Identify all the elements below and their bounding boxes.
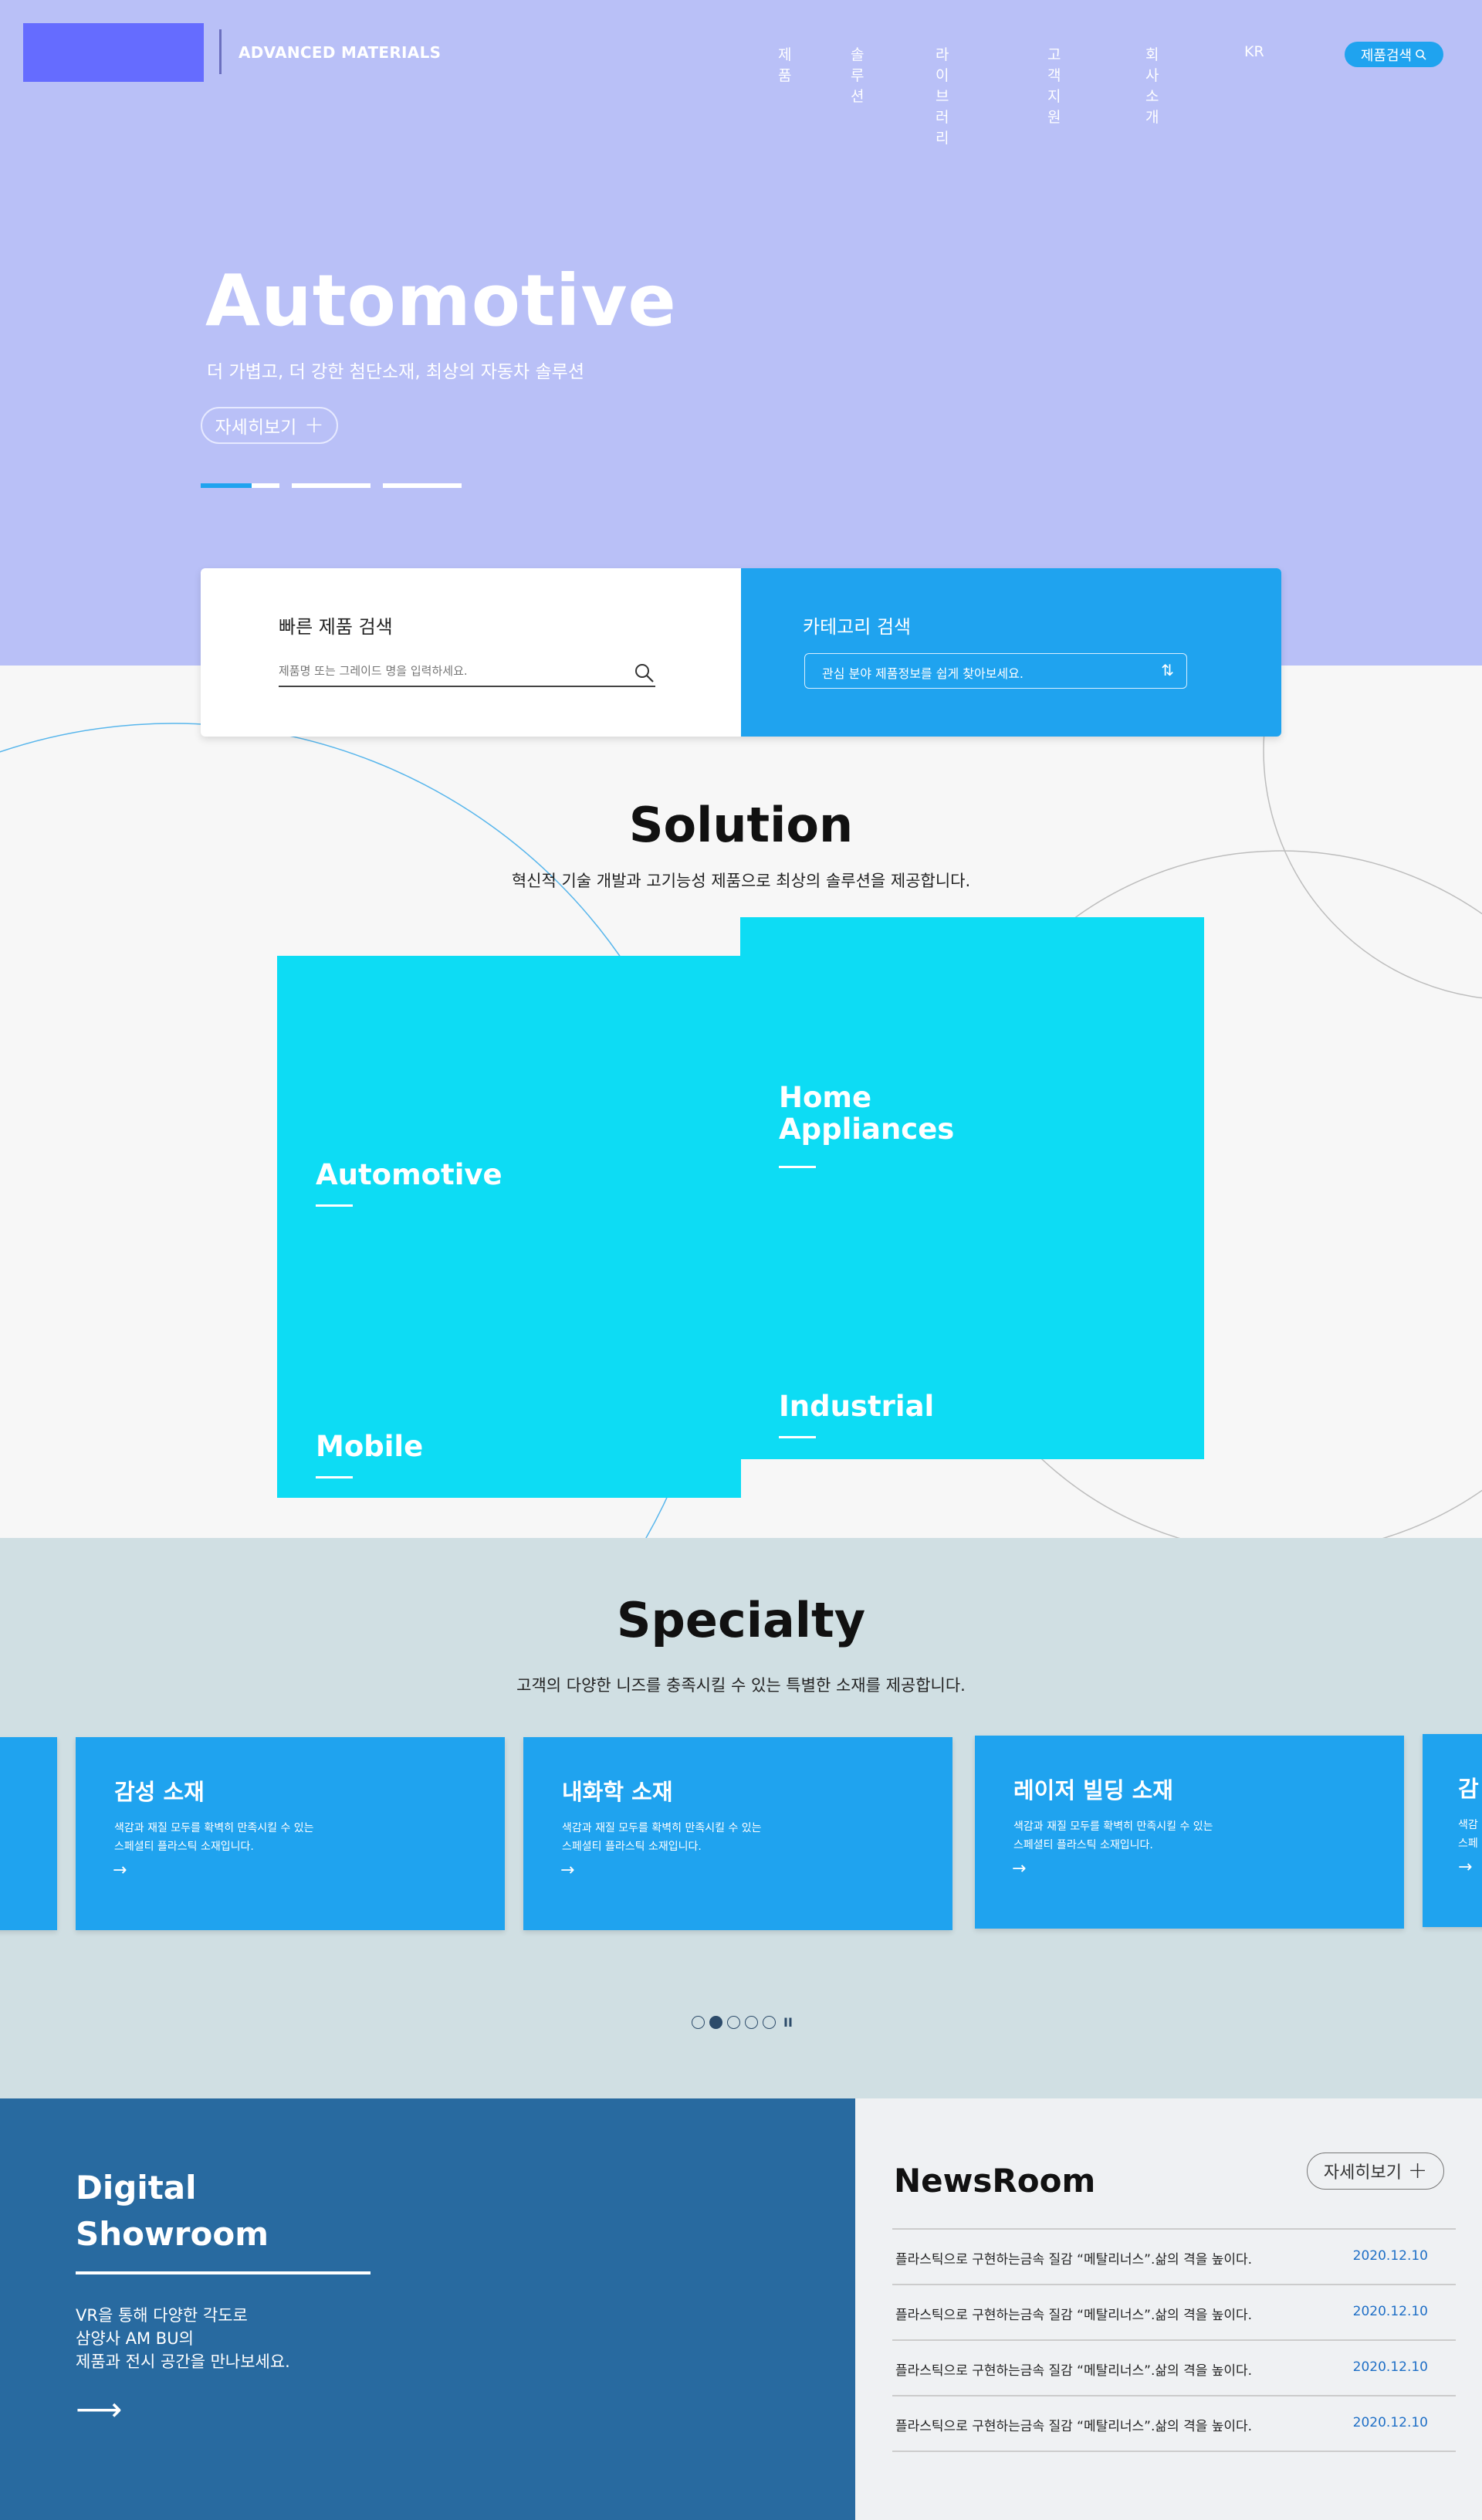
pagination-dot[interactable] bbox=[745, 2016, 758, 2029]
specialty-card-desc: 색감 스페 bbox=[1458, 1819, 1478, 1850]
news-item[interactable]: 플라스틱으로 구현하는금속 질감 “메탈리너스”.삶의 격을 높이다. 2020… bbox=[892, 2341, 1456, 2396]
specialty-card-title: 내화학 소재 bbox=[562, 1779, 673, 1805]
specialty-title: Specialty bbox=[616, 1592, 866, 1648]
solution-label-automotive: Automotive bbox=[316, 1158, 502, 1191]
category-search: 카테고리 검색 관심 분야 제품정보를 쉽게 찾아보세요. ⇅ bbox=[741, 568, 1281, 737]
specialty-card-partial-left[interactable] bbox=[0, 1737, 57, 1930]
hero-slide-indicator bbox=[201, 483, 462, 488]
hero-title: Automotive bbox=[205, 259, 677, 342]
company-logo[interactable] bbox=[23, 23, 204, 82]
search-icon[interactable] bbox=[634, 662, 655, 684]
specialty-card-desc: 색감과 재질 모두를 확벽히 만족시킬 수 있는 스페셜티 플라스틱 소재입니다… bbox=[114, 1822, 314, 1853]
specialty-card[interactable]: 감성 소재 색감과 재질 모두를 확벽히 만족시킬 수 있는 스페셜티 플라스틱… bbox=[76, 1737, 505, 1930]
solution-underline bbox=[779, 1436, 816, 1438]
specialty-card-partial-right[interactable]: 감 색감 스페 → bbox=[1423, 1734, 1482, 1927]
slide-indicator-1[interactable] bbox=[201, 483, 279, 488]
news-item-title[interactable]: 플라스틱으로 구현하는금속 질감 “메탈리너스”.삶의 격을 높이다. bbox=[895, 2304, 1252, 2323]
showroom-divider bbox=[76, 2271, 370, 2274]
hero-more-button[interactable]: 자세히보기 + bbox=[201, 407, 338, 444]
solution-title: Solution bbox=[628, 797, 854, 853]
news-item[interactable]: 플라스틱으로 구현하는금속 질감 “메탈리너스”.삶의 격을 높이다. 2020… bbox=[892, 2230, 1456, 2285]
pagination-dot-active[interactable] bbox=[709, 2016, 722, 2029]
specialty-subtitle: 고객의 다양한 니즈를 충족시킬 수 있는 특별한 소재를 제공합니다. bbox=[516, 1676, 966, 1695]
specialty-card-desc: 색감과 재질 모두를 확벽히 만족시킬 수 있는 스페셜티 플라스틱 소재입니다… bbox=[562, 1822, 762, 1853]
category-select[interactable]: 관심 분야 제품정보를 쉽게 찾아보세요. ⇅ bbox=[804, 653, 1187, 689]
specialty-card[interactable]: 내화학 소재 색감과 재질 모두를 확벽히 만족시킬 수 있는 스페셜티 플라스… bbox=[523, 1737, 952, 1930]
hero-more-label: 자세히보기 bbox=[215, 418, 297, 438]
arrow-right-icon[interactable]: → bbox=[560, 1861, 574, 1880]
plus-icon: + bbox=[1408, 2157, 1428, 2184]
quick-search-input[interactable] bbox=[279, 656, 618, 678]
news-item-title[interactable]: 플라스틱으로 구현하는금속 질감 “메탈리너스”.삶의 격을 높이다. bbox=[895, 2415, 1252, 2434]
pagination-dot[interactable] bbox=[727, 2016, 740, 2029]
nav-item-library[interactable]: 라이브러리 bbox=[936, 43, 949, 147]
solution-underline bbox=[779, 1166, 816, 1168]
brand-name: ADVANCED MATERIALS bbox=[239, 43, 442, 62]
arrow-right-icon[interactable]: → bbox=[113, 1861, 127, 1880]
specialty-card-desc: 색감과 재질 모두를 확벽히 만족시킬 수 있는 스페셜티 플라스틱 소재입니다… bbox=[1013, 1821, 1213, 1851]
search-panel: 빠른 제품 검색 카테고리 검색 관심 분야 제품정보를 쉽게 찾아보세요. ⇅ bbox=[201, 568, 1281, 737]
news-item-date: 2020.12.10 bbox=[1352, 2304, 1428, 2319]
specialty-card[interactable]: 레이저 빌딩 소재 색감과 재질 모두를 확벽히 만족시킬 수 있는 스페셜티 … bbox=[975, 1736, 1404, 1929]
solution-section: Solution 혁신적 기술 개발과 고기능성 제품으로 최상의 솔루션을 제… bbox=[0, 666, 1482, 1538]
news-item-title[interactable]: 플라스틱으로 구현하는금속 질감 “메탈리너스”.삶의 격을 높이다. bbox=[895, 2248, 1252, 2268]
solution-label-home-appliances: Home Appliances bbox=[779, 1081, 955, 1146]
slide-indicator-2[interactable] bbox=[292, 483, 370, 488]
product-search-button[interactable]: 제품검색 bbox=[1345, 42, 1443, 67]
specialty-card-title: 감성 소재 bbox=[114, 1779, 205, 1805]
solution-underline bbox=[316, 1204, 353, 1207]
hero-subtitle: 더 가볍고, 더 강한 첨단소재, 최상의 자동차 솔루션 bbox=[207, 362, 584, 382]
nav-item-products[interactable]: 제품 bbox=[778, 43, 791, 85]
solution-tile-right bbox=[740, 917, 1204, 1459]
nav-item-solutions[interactable]: 솔루션 bbox=[851, 43, 864, 106]
arrow-right-icon[interactable]: → bbox=[1458, 1858, 1472, 1877]
news-list: 플라스틱으로 구현하는금속 질감 “메탈리너스”.삶의 격을 높이다. 2020… bbox=[892, 2228, 1456, 2452]
nav-item-support[interactable]: 고객지원 bbox=[1047, 43, 1061, 127]
specialty-pagination: II bbox=[692, 2015, 793, 2030]
nav-item-language[interactable]: KR bbox=[1244, 43, 1264, 60]
news-item[interactable]: 플라스틱으로 구현하는금속 질감 “메탈리너스”.삶의 격을 높이다. 2020… bbox=[892, 2285, 1456, 2341]
showroom-desc: VR을 통해 다양한 각도로 삼양사 AM BU의 제품과 전시 공간을 만나보… bbox=[76, 2306, 290, 2371]
category-search-title: 카테고리 검색 bbox=[803, 616, 912, 638]
logo-divider bbox=[219, 29, 222, 74]
category-select-value: 관심 분야 제품정보를 쉽게 찾아보세요. bbox=[822, 666, 1024, 681]
solution-underline bbox=[316, 1476, 353, 1478]
slide-progress-fill bbox=[201, 483, 252, 488]
solution-label-mobile: Mobile bbox=[316, 1430, 424, 1463]
specialty-card-title: 레이저 빌딩 소재 bbox=[1013, 1777, 1173, 1804]
news-item-date: 2020.12.10 bbox=[1352, 2415, 1428, 2430]
digital-showroom: Digital Showroom VR을 통해 다양한 각도로 삼양사 AM B… bbox=[0, 2098, 855, 2520]
news-item-title[interactable]: 플라스틱으로 구현하는금속 질감 “메탈리너스”.삶의 격을 높이다. bbox=[895, 2359, 1252, 2379]
arrow-right-icon[interactable]: → bbox=[1012, 1859, 1026, 1878]
showroom-title: Digital Showroom bbox=[76, 2169, 269, 2253]
pagination-dot[interactable] bbox=[692, 2016, 705, 2029]
search-icon bbox=[1416, 49, 1426, 60]
arrow-right-icon[interactable]: ⟶ bbox=[76, 2393, 122, 2426]
solution-label-industrial: Industrial bbox=[779, 1390, 935, 1423]
pause-icon[interactable]: II bbox=[783, 2015, 793, 2030]
news-item[interactable]: 플라스틱으로 구현하는금속 질감 “메탈리너스”.삶의 격을 높이다. 2020… bbox=[892, 2396, 1456, 2452]
solution-subtitle: 혁신적 기술 개발과 고기능성 제품으로 최상의 솔루션을 제공합니다. bbox=[511, 872, 971, 890]
news-item-date: 2020.12.10 bbox=[1352, 2359, 1428, 2375]
newsroom: NewsRoom 자세히보기 + 플라스틱으로 구현하는금속 질감 “메탈리너스… bbox=[855, 2098, 1482, 2520]
newsroom-more-button[interactable]: 자세히보기 + bbox=[1307, 2152, 1444, 2190]
quick-search-field bbox=[279, 656, 655, 687]
quick-search-title: 빠른 제품 검색 bbox=[279, 616, 393, 638]
pagination-dot[interactable] bbox=[763, 2016, 776, 2029]
plus-icon: + bbox=[304, 412, 324, 439]
product-search-label: 제품검색 bbox=[1360, 47, 1413, 64]
solution-tile-left bbox=[277, 956, 741, 1498]
quick-search: 빠른 제품 검색 bbox=[201, 568, 741, 737]
newsroom-more-label: 자세히보기 bbox=[1323, 2163, 1402, 2183]
nav-item-company[interactable]: 회사소개 bbox=[1145, 43, 1159, 127]
specialty-card-title: 감 bbox=[1458, 1776, 1479, 1802]
news-item-date: 2020.12.10 bbox=[1352, 2248, 1428, 2264]
sort-icon: ⇅ bbox=[1161, 661, 1174, 679]
newsroom-title: NewsRoom bbox=[894, 2162, 1096, 2200]
hero-section: ADVANCED MATERIALS 제품 솔루션 라이브러리 고객지원 회사소… bbox=[0, 0, 1482, 666]
slide-indicator-3[interactable] bbox=[383, 483, 462, 488]
